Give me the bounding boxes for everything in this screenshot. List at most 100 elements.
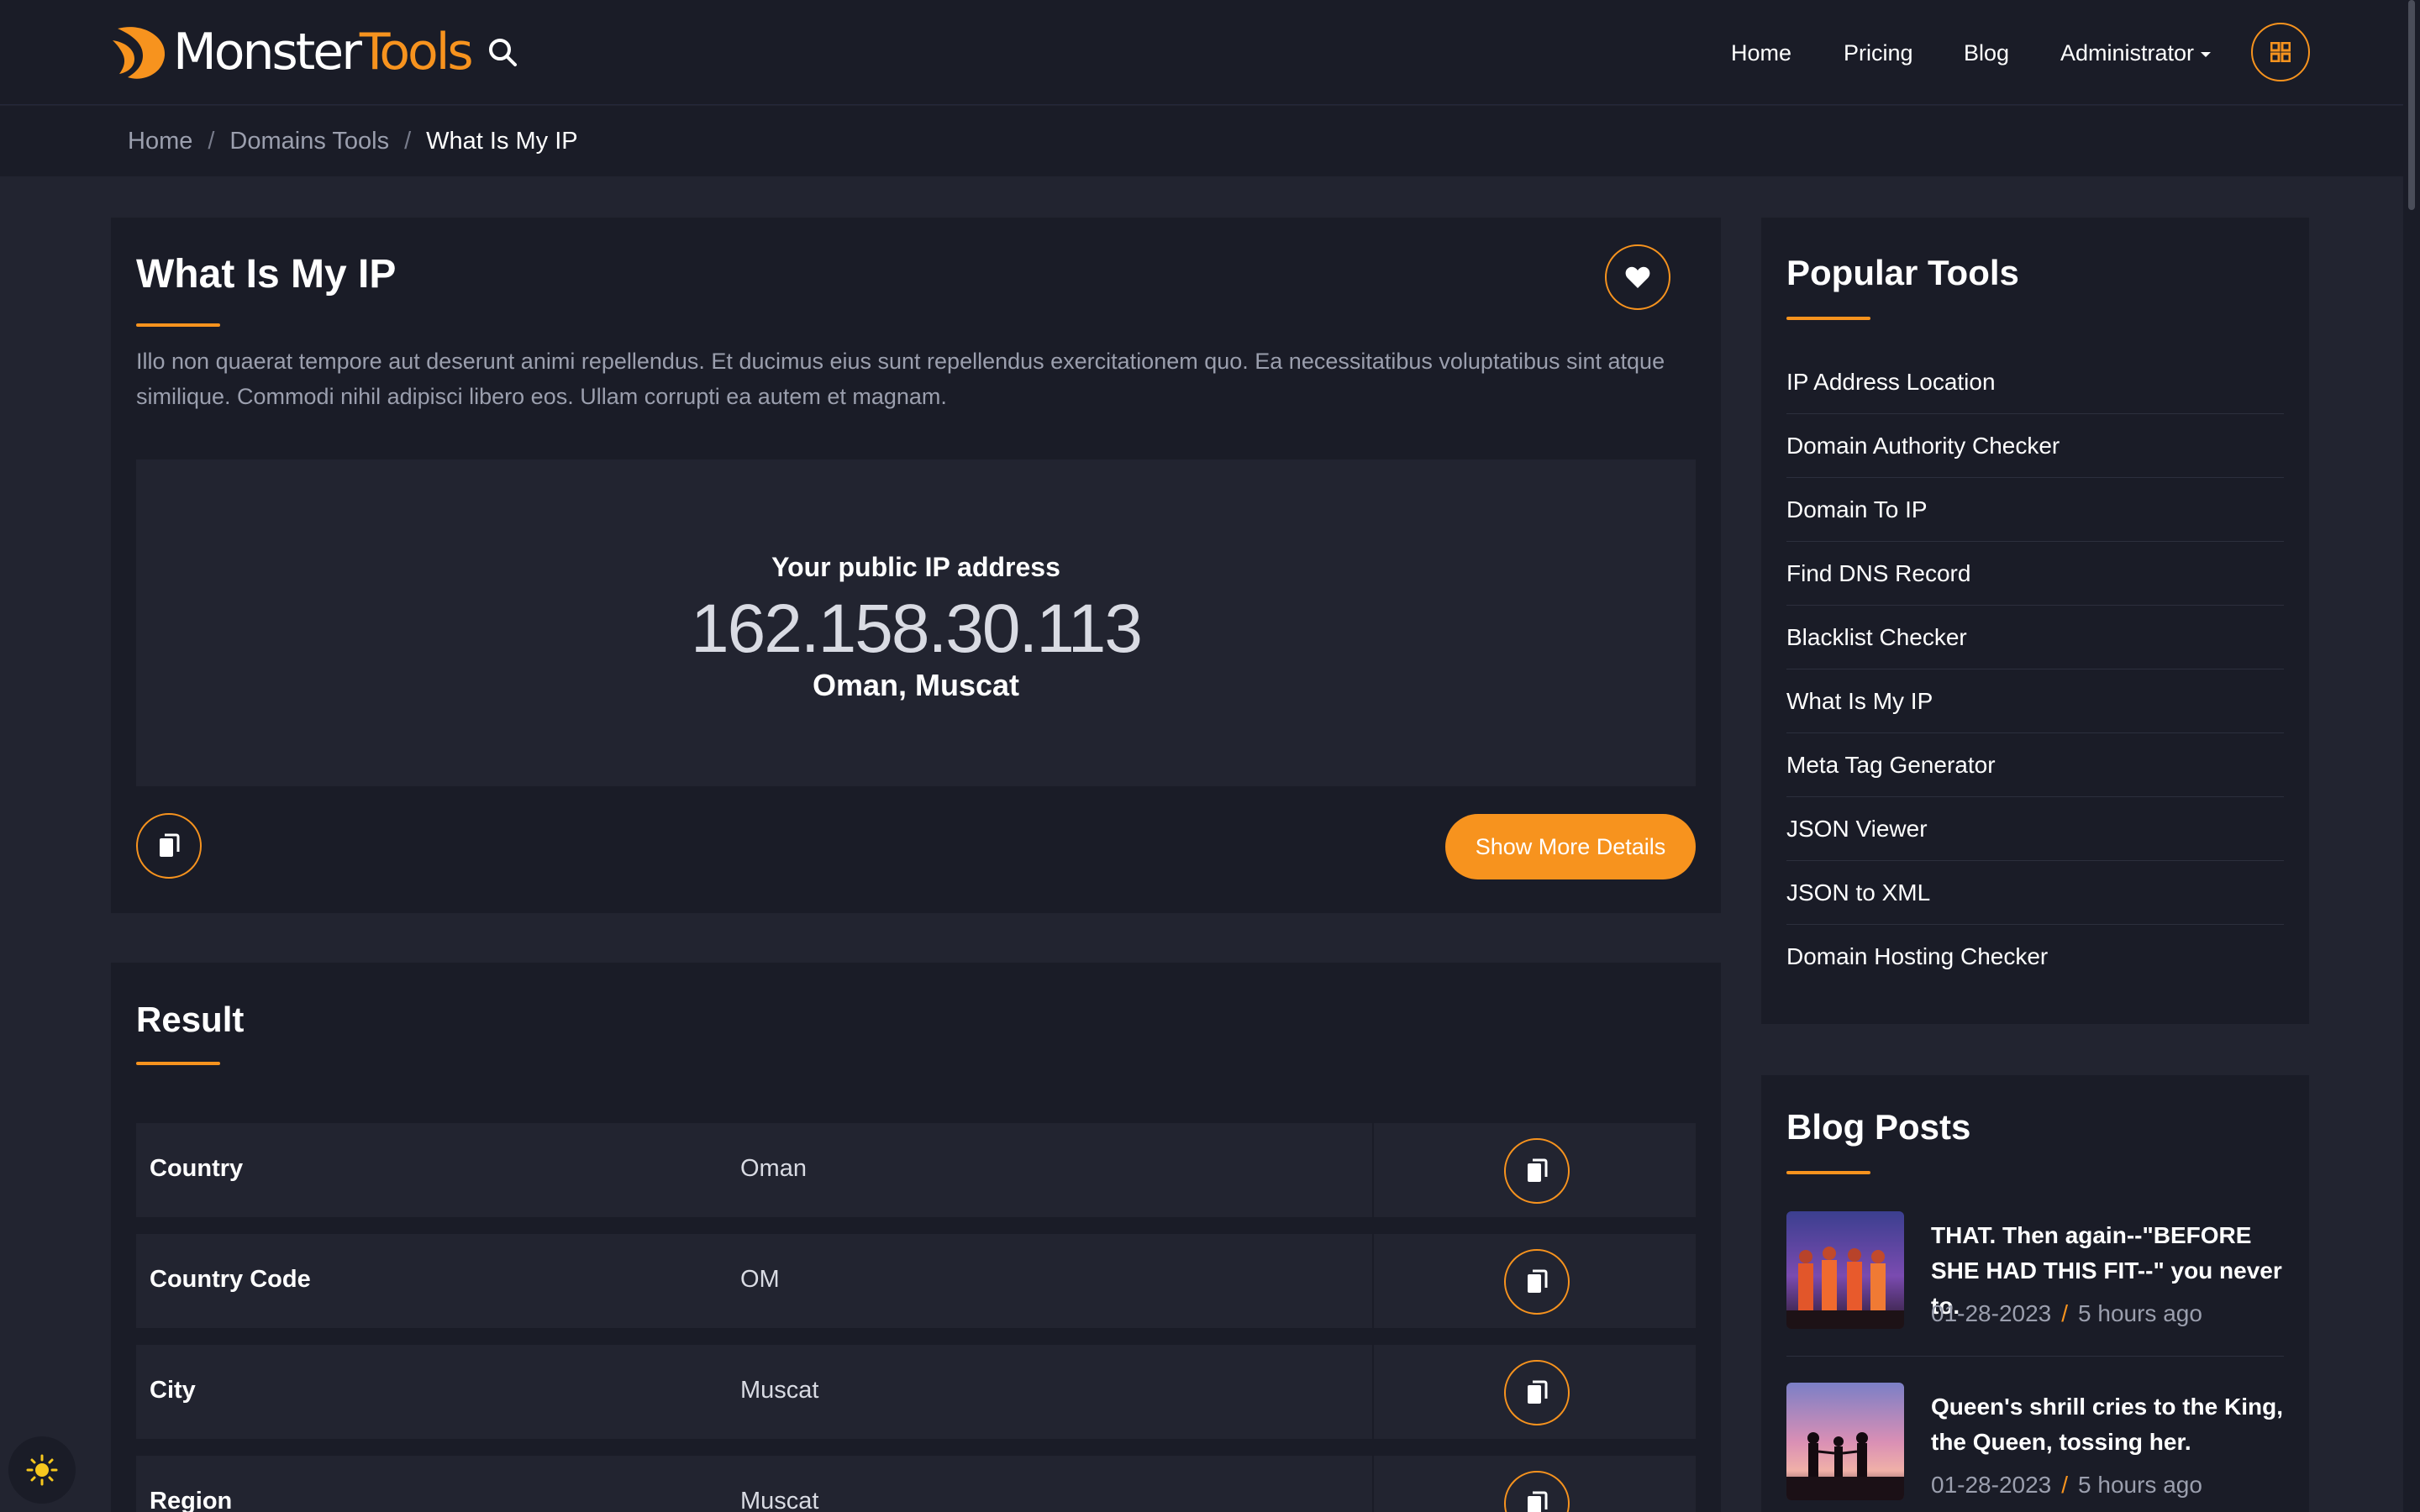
blog-post-ago: 5 hours ago <box>2078 1472 2202 1498</box>
row-divider <box>1372 1456 1374 1512</box>
blog-posts-title: Blog Posts <box>1786 1107 1971 1147</box>
popular-tool-label: Domain To IP <box>1786 496 1928 522</box>
popular-tool-link[interactable]: Blacklist Checker <box>1786 606 2284 669</box>
popular-tool-link[interactable]: What Is My IP <box>1786 669 2284 733</box>
ip-label: Your public IP address <box>771 552 1060 582</box>
table-row: Country Code OM <box>136 1234 1696 1328</box>
row-value: OM <box>740 1266 780 1293</box>
breadcrumb-domains-tools[interactable]: Domains Tools <box>229 128 389 155</box>
nav-administrator-label: Administrator <box>2060 40 2195 66</box>
breadcrumb-home[interactable]: Home <box>128 128 192 155</box>
popular-tools-title: Popular Tools <box>1786 253 2019 292</box>
top-navbar: MonsterTools Home Pricing Blog Administr… <box>0 0 2403 105</box>
nav-pricing-link[interactable]: Pricing <box>1844 40 1913 66</box>
popular-tool-label: Domain Hosting Checker <box>1786 943 2049 969</box>
copy-value-button[interactable] <box>1504 1249 1570 1315</box>
popular-tool-label: What Is My IP <box>1786 688 1933 714</box>
ip-location: Oman, Muscat <box>812 668 1020 702</box>
row-value: Oman <box>740 1155 807 1182</box>
row-key: Country <box>150 1155 244 1182</box>
popular-tool-link[interactable]: Domain To IP <box>1786 478 2284 542</box>
breadcrumb-current: What Is My IP <box>426 128 578 155</box>
popular-tool-link[interactable]: Find DNS Record <box>1786 542 2284 606</box>
popular-tool-label: Find DNS Record <box>1786 560 1971 586</box>
copy-icon <box>1528 1491 1548 1512</box>
heart-icon <box>1625 266 1650 288</box>
blog-post-thumbnail[interactable] <box>1786 1211 1904 1329</box>
popular-tool-label: JSON to XML <box>1786 879 1931 906</box>
nav-home-link[interactable]: Home <box>1731 40 1791 66</box>
scrollbar-thumb[interactable] <box>2408 0 2415 210</box>
favorite-button[interactable] <box>1605 244 1670 310</box>
popular-tool-link[interactable]: Domain Authority Checker <box>1786 414 2284 478</box>
apps-menu-button[interactable] <box>2251 23 2310 81</box>
blog-post-meta: 01-28-2023 / 5 hours ago <box>1931 1300 2202 1327</box>
blog-posts-card: Blog Posts THAT. Then again--"BEFORE SHE… <box>1761 1075 2309 1512</box>
meta-separator: / <box>2061 1300 2069 1326</box>
popular-tools-card: Popular Tools IP Address Location Domain… <box>1761 218 2309 1024</box>
popular-tool-link[interactable]: IP Address Location <box>1786 350 2284 414</box>
table-row: Region Muscat <box>136 1456 1696 1512</box>
popular-tool-link[interactable]: JSON Viewer <box>1786 797 2284 861</box>
popular-title-underline <box>1786 317 1870 320</box>
nav-blog-link[interactable]: Blog <box>1964 40 2009 66</box>
popular-tool-link[interactable]: JSON to XML <box>1786 861 2284 925</box>
copy-icon <box>1528 1158 1548 1182</box>
copy-value-button[interactable] <box>1504 1138 1570 1204</box>
popular-tool-label: IP Address Location <box>1786 369 1996 395</box>
popular-tool-link[interactable]: Meta Tag Generator <box>1786 733 2284 797</box>
tool-card: What Is My IP Illo non quaerat tempore a… <box>111 218 1721 913</box>
title-underline <box>136 323 220 327</box>
popular-tool-link[interactable]: Domain Hosting Checker <box>1786 925 2284 989</box>
result-title: Result <box>136 1000 245 1039</box>
blog-post-title[interactable]: Queen's shrill cries to the King, the Qu… <box>1931 1389 2292 1460</box>
logo-wordmark: MonsterTools <box>173 23 474 81</box>
row-value: Muscat <box>740 1377 819 1404</box>
row-key: Region <box>150 1488 233 1512</box>
brand-logo[interactable]: MonsterTools <box>109 20 474 84</box>
blog-post-date: 01-28-2023 <box>1931 1472 2052 1498</box>
popular-tool-label: Domain Authority Checker <box>1786 433 2060 459</box>
row-key: City <box>150 1377 196 1404</box>
blog-post-thumbnail[interactable] <box>1786 1383 1904 1500</box>
table-row: City Muscat <box>136 1345 1696 1439</box>
result-title-underline <box>136 1062 220 1065</box>
ip-display-panel: Your public IP address 162.158.30.113 Om… <box>136 459 1696 786</box>
chevron-down-icon <box>2201 51 2212 57</box>
copy-value-button[interactable] <box>1504 1360 1570 1425</box>
copy-icon <box>160 833 180 857</box>
row-divider <box>1372 1123 1374 1217</box>
table-row: Country Oman <box>136 1123 1696 1217</box>
nav-administrator-dropdown[interactable]: Administrator <box>2060 40 2212 66</box>
blog-post-item[interactable]: Queen's shrill cries to the King, the Qu… <box>1786 1383 2284 1512</box>
tool-description: Illo non quaerat tempore aut deserunt an… <box>136 349 1665 409</box>
search-icon[interactable] <box>487 37 519 73</box>
copy-value-button[interactable] <box>1504 1471 1570 1512</box>
ip-address-value: 162.158.30.113 <box>691 591 1143 667</box>
blog-post-meta: 01-28-2023 / 5 hours ago <box>1931 1472 2202 1499</box>
meta-separator: / <box>2061 1472 2069 1498</box>
sun-icon <box>26 1454 58 1486</box>
page-title: What Is My IP <box>136 252 397 297</box>
breadcrumb-separator: / <box>404 128 412 155</box>
row-divider <box>1372 1345 1374 1439</box>
show-more-details-button[interactable]: Show More Details <box>1445 814 1696 879</box>
popular-tool-label: Blacklist Checker <box>1786 624 1967 650</box>
theme-toggle-button[interactable] <box>8 1436 76 1504</box>
blog-post-date: 01-28-2023 <box>1931 1300 2052 1326</box>
breadcrumb-separator: / <box>208 128 215 155</box>
row-divider <box>1372 1234 1374 1328</box>
blog-post-item[interactable]: THAT. Then again--"BEFORE SHE HAD THIS F… <box>1786 1211 2284 1383</box>
grid-icon <box>2270 42 2291 62</box>
copy-ip-button[interactable] <box>136 813 202 879</box>
blog-post-divider <box>1786 1356 2284 1357</box>
logo-mark-icon <box>113 27 166 79</box>
scrollbar-track[interactable] <box>2403 0 2420 1512</box>
blog-title-underline <box>1786 1171 1870 1174</box>
popular-tool-label: Meta Tag Generator <box>1786 752 1996 778</box>
copy-icon <box>1528 1380 1548 1404</box>
breadcrumb-bar: Home / Domains Tools / What Is My IP <box>0 106 2403 176</box>
result-card: Result Country Oman Country Code OM City… <box>111 963 1721 1512</box>
copy-icon <box>1528 1269 1548 1293</box>
popular-tool-label: JSON Viewer <box>1786 816 1928 842</box>
